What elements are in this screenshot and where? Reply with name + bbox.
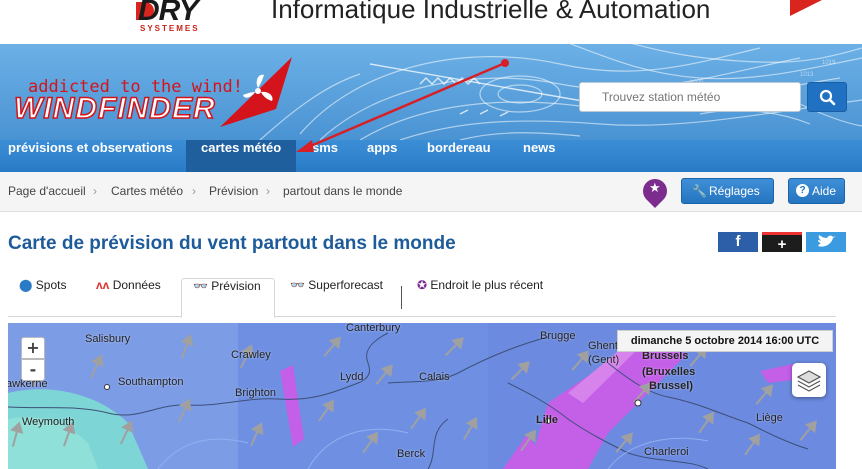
map-label-liege: Liège — [756, 412, 783, 424]
breadcrumb-forecast[interactable]: Prévision — [209, 184, 258, 198]
map-label-salisbury: Salisbury — [85, 333, 131, 345]
binoculars-icon: 👓 — [290, 278, 305, 292]
breadcrumb-current: partout dans le monde — [283, 184, 403, 198]
layers-icon — [796, 370, 822, 392]
tab-divider — [401, 286, 402, 309]
map-label-brussel: Brussel) — [649, 380, 694, 392]
graph-icon: ʌʌ — [96, 278, 110, 292]
breadcrumb-chevron-icon: › — [266, 184, 270, 198]
binoculars-icon: 👓 — [193, 279, 208, 293]
map-label-brighton: Brighton — [235, 387, 276, 399]
map-label-southampton: Southampton — [118, 376, 184, 388]
map-label-weymouth: Weymouth — [22, 416, 75, 428]
tab-forecast-label: Prévision — [211, 279, 261, 293]
help-icon: ? — [796, 184, 809, 197]
zoom-in-button[interactable]: + — [21, 337, 45, 359]
minus-icon: - — [29, 360, 37, 379]
breadcrumb-weather-maps[interactable]: Cartes météo — [111, 184, 183, 198]
tab-superforecast-label: Superforecast — [308, 278, 384, 292]
forecast-timestamp: dimanche 5 octobre 2014 16:00 UTC — [617, 330, 833, 352]
twitter-share-button[interactable] — [806, 232, 846, 252]
zoom-out-button[interactable]: - — [21, 359, 45, 381]
plus-icon: + — [26, 338, 40, 357]
map-label-canterbury: Canterbury — [346, 323, 401, 334]
map-label-charleroi: Charleroi — [644, 446, 689, 458]
page-title: Carte de prévision du vent partout dans … — [8, 233, 456, 254]
star-icon: ★ — [649, 181, 661, 196]
tab-superforecast[interactable]: 👓 Superforecast — [290, 278, 383, 317]
map-label-gent: (Gent) — [588, 354, 620, 366]
map-label-lille: Lille — [536, 414, 559, 426]
google-plus-icon: + — [777, 236, 787, 253]
layers-button[interactable] — [792, 363, 826, 397]
map-label-calais: Calais — [419, 371, 450, 383]
facebook-icon: f — [735, 233, 741, 250]
annotation-arrow — [296, 59, 509, 152]
help-button[interactable]: ? Aide — [788, 178, 845, 204]
tab-spots[interactable]: ⬤ Spots — [19, 278, 66, 317]
tab-data[interactable]: ʌʌ Données — [96, 278, 161, 317]
tab-recent-location-label: Endroit le plus récent — [430, 278, 544, 292]
star-pin-icon: ✪ — [417, 278, 428, 292]
google-plus-share-button[interactable]: + — [762, 232, 802, 253]
help-button-label: Aide — [812, 184, 837, 198]
map-label-lydd: Lydd — [340, 371, 364, 383]
breadcrumb-chevron-icon: › — [192, 184, 196, 198]
settings-button[interactable]: 🔧 Réglages — [681, 178, 774, 204]
view-tabs: ⬤ Spots ʌʌ Données 👓 Prévision 👓 Superfo… — [8, 278, 836, 318]
map-label-bruxelles: (Bruxelles — [642, 366, 696, 378]
map-label-berck: Berck — [397, 448, 426, 460]
wrench-icon: 🔧 — [692, 184, 707, 198]
breadcrumb-home[interactable]: Page d'accueil — [8, 184, 86, 198]
tab-recent-location[interactable]: ✪ Endroit le plus récent — [417, 278, 543, 317]
tab-data-label: Données — [112, 278, 161, 292]
tab-forecast[interactable]: 👓 Prévision — [181, 278, 275, 318]
map-label-ghent: Ghent — [588, 340, 618, 352]
map-pin-icon: ⬤ — [19, 278, 33, 292]
map-label-crawley: Crawley — [231, 349, 271, 361]
settings-button-label: Réglages — [709, 184, 760, 198]
map-label-bruges: Brugge — [540, 330, 576, 342]
twitter-icon — [818, 235, 836, 247]
tab-spots-label: Spots — [35, 278, 67, 292]
breadcrumb-chevron-icon: › — [93, 184, 97, 198]
facebook-share-button[interactable]: f — [718, 232, 758, 252]
